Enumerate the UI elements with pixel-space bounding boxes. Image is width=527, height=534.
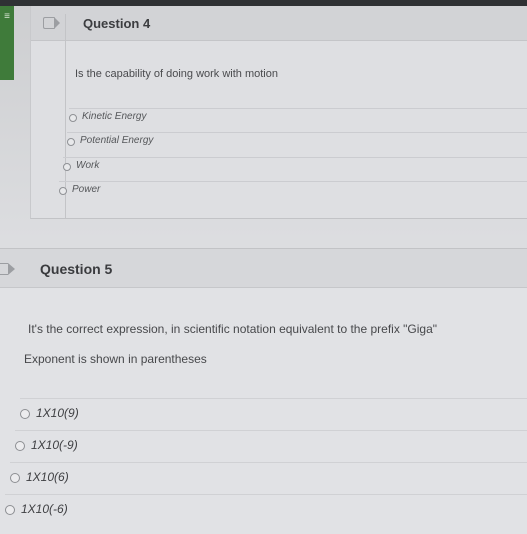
question-5-card: Question 5 It's the correct expression, … bbox=[0, 248, 527, 534]
radio-button[interactable] bbox=[5, 505, 15, 515]
answer-option[interactable]: 1X10(9) bbox=[20, 398, 527, 429]
option-label: Potential Energy bbox=[80, 135, 154, 146]
answer-option[interactable]: 1X10(-6) bbox=[5, 494, 527, 525]
option-label: Kinetic Energy bbox=[82, 111, 147, 122]
radio-button[interactable] bbox=[20, 409, 30, 419]
option-label: 1X10(-6) bbox=[21, 502, 68, 516]
question-4-title: Question 4 bbox=[83, 16, 151, 31]
question-4-card: Question 4 Is the capability of doing wo… bbox=[30, 6, 527, 219]
radio-button[interactable] bbox=[63, 163, 71, 171]
answer-option[interactable]: Kinetic Energy bbox=[69, 108, 527, 131]
answer-option[interactable]: Power bbox=[59, 181, 527, 204]
option-label: 1X10(-9) bbox=[31, 438, 78, 452]
sidebar-tab[interactable]: ≡ bbox=[0, 6, 14, 80]
radio-button[interactable] bbox=[10, 473, 20, 483]
question-5-text: It's the correct expression, in scientif… bbox=[28, 322, 438, 336]
question-4-text: Is the capability of doing work with mot… bbox=[75, 68, 278, 80]
option-label: 1X10(6) bbox=[26, 470, 69, 484]
option-label: Work bbox=[76, 160, 100, 171]
flag-question-icon[interactable] bbox=[0, 263, 15, 275]
answer-option[interactable]: Potential Energy bbox=[67, 132, 527, 155]
option-label: 1X10(9) bbox=[36, 406, 79, 420]
radio-button[interactable] bbox=[67, 138, 75, 146]
menu-icon: ≡ bbox=[4, 11, 10, 22]
question-5-title: Question 5 bbox=[40, 261, 113, 277]
option-label: Power bbox=[72, 184, 101, 195]
radio-button[interactable] bbox=[59, 187, 67, 195]
answer-option[interactable]: 1X10(-9) bbox=[15, 430, 527, 461]
answer-option[interactable]: 1X10(6) bbox=[10, 462, 527, 493]
radio-button[interactable] bbox=[69, 114, 77, 122]
flag-question-icon[interactable] bbox=[43, 17, 60, 29]
question-5-note: Exponent is shown in parentheses bbox=[24, 352, 207, 366]
radio-button[interactable] bbox=[15, 441, 25, 451]
question-4-header: Question 4 bbox=[31, 6, 527, 41]
question-5-header: Question 5 bbox=[0, 248, 527, 288]
answer-option[interactable]: Work bbox=[63, 157, 527, 180]
